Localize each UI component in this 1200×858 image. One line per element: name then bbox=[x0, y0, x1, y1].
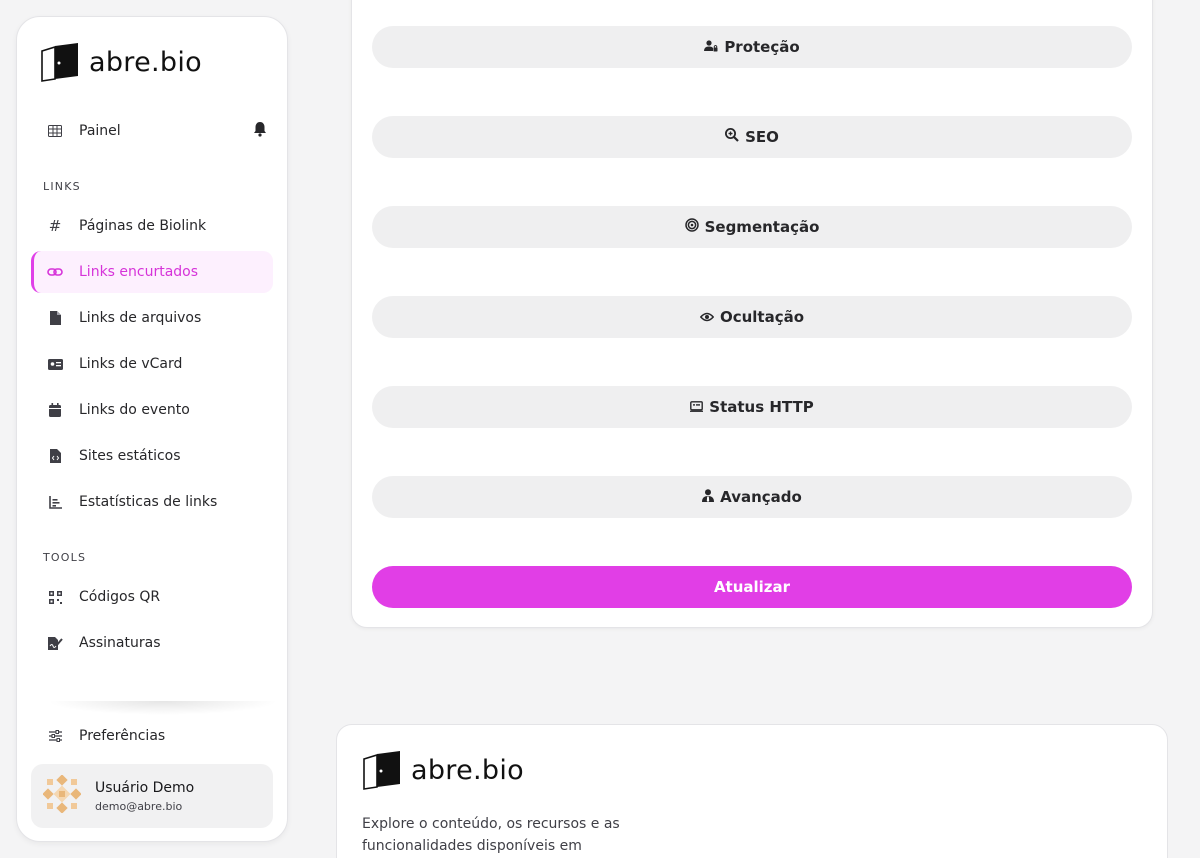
door-logo-icon bbox=[363, 751, 400, 790]
section-toggle-label: Segmentação bbox=[704, 218, 820, 236]
calendar-icon bbox=[31, 403, 79, 417]
table-icon bbox=[31, 125, 79, 137]
sidebar-item-vcard-links[interactable]: Links de vCard bbox=[31, 343, 273, 385]
file-icon bbox=[31, 311, 79, 325]
sidebar-divider-shadow bbox=[47, 701, 279, 715]
section-toggle-label: Status HTTP bbox=[709, 398, 814, 416]
sidebar-item-preferences[interactable]: Preferências bbox=[31, 715, 273, 757]
server-icon bbox=[690, 398, 704, 416]
target-icon bbox=[684, 218, 699, 236]
search-plus-icon bbox=[725, 128, 739, 146]
section-toggle-label: Avançado bbox=[720, 488, 802, 506]
section-toggle-cloaking[interactable]: Ocultação bbox=[372, 296, 1132, 338]
sidebar-item-link-stats[interactable]: Estatísticas de links bbox=[31, 481, 273, 523]
user-tie-icon bbox=[702, 488, 715, 506]
user-card[interactable]: Usuário Demo demo@abre.bio bbox=[31, 764, 273, 828]
section-toggle-protection[interactable]: Proteção bbox=[372, 26, 1132, 68]
eye-icon bbox=[699, 308, 715, 326]
section-toggle-label: SEO bbox=[745, 128, 779, 146]
footer-brand-name: abre.bio bbox=[411, 754, 524, 786]
section-title-tools: TOOLS bbox=[43, 551, 87, 564]
sidebar-item-static-sites[interactable]: Sites estáticos bbox=[31, 435, 273, 477]
sidebar-item-label: Estatísticas de links bbox=[79, 494, 218, 510]
section-title-links: LINKS bbox=[43, 180, 81, 193]
door-logo-icon bbox=[41, 43, 78, 82]
sidebar-item-label: Assinaturas bbox=[79, 635, 161, 651]
signature-icon bbox=[31, 636, 79, 650]
sidebar-item-label: Links do evento bbox=[79, 402, 190, 418]
sidebar-item-label: Sites estáticos bbox=[79, 448, 181, 464]
sliders-icon bbox=[31, 730, 79, 742]
sidebar-item-event-links[interactable]: Links do evento bbox=[31, 389, 273, 431]
footer-card: abre.bio Explore o conteúdo, os recursos… bbox=[336, 724, 1168, 858]
bar-chart-icon bbox=[31, 495, 79, 509]
sidebar-item-label: Links de vCard bbox=[79, 356, 183, 372]
section-toggle-seo[interactable]: SEO bbox=[372, 116, 1132, 158]
user-lock-icon bbox=[704, 38, 718, 56]
section-toggle-targeting[interactable]: Segmentação bbox=[372, 206, 1132, 248]
section-toggle-http-status[interactable]: Status HTTP bbox=[372, 386, 1132, 428]
sidebar-item-qr-codes[interactable]: Códigos QR bbox=[31, 576, 273, 618]
user-info: Usuário Demo demo@abre.bio bbox=[95, 780, 194, 813]
update-button[interactable]: Atualizar bbox=[372, 566, 1132, 608]
section-toggle-advanced[interactable]: Avançado bbox=[372, 476, 1132, 518]
id-card-icon bbox=[31, 358, 79, 370]
section-toggle-label: Proteção bbox=[724, 38, 800, 56]
brand-logo[interactable]: abre.bio bbox=[39, 41, 202, 83]
sidebar-item-label: Links encurtados bbox=[79, 264, 199, 280]
link-settings-card: Proteção SEO Segmentação Ocultação Statu… bbox=[351, 0, 1153, 628]
sidebar-item-signatures[interactable]: Assinaturas bbox=[31, 622, 273, 664]
user-email: demo@abre.bio bbox=[95, 799, 183, 813]
brand-name: abre.bio bbox=[89, 46, 202, 78]
sidebar-item-file-links[interactable]: Links de arquivos bbox=[31, 297, 273, 339]
user-name: Usuário Demo bbox=[95, 779, 195, 796]
hash-icon: # bbox=[48, 217, 62, 235]
section-toggle-label: Ocultação bbox=[719, 308, 805, 326]
avatar bbox=[42, 774, 82, 817]
sidebar-item-label: Painel bbox=[79, 123, 121, 139]
sidebar-item-label: Links de arquivos bbox=[79, 310, 202, 326]
sidebar-item-short-links[interactable]: Links encurtados bbox=[31, 251, 273, 293]
footer-description: Explore o conteúdo, os recursos e as fun… bbox=[362, 816, 620, 854]
file-code-icon bbox=[31, 449, 79, 463]
sidebar: abre.bio Painel LINKS # Páginas de Bioli… bbox=[16, 16, 288, 842]
qrcode-icon bbox=[31, 590, 79, 604]
sidebar-item-label: Preferências bbox=[79, 728, 166, 744]
sidebar-item-label: Códigos QR bbox=[79, 589, 161, 605]
sidebar-item-label: Páginas de Biolink bbox=[79, 218, 207, 234]
bell-icon[interactable] bbox=[253, 121, 267, 141]
link-icon bbox=[31, 266, 79, 278]
footer-brand-logo[interactable]: abre.bio bbox=[361, 749, 524, 791]
sidebar-item-biolink-pages[interactable]: # Páginas de Biolink bbox=[31, 205, 273, 247]
sidebar-item-dashboard[interactable]: Painel bbox=[31, 110, 273, 152]
